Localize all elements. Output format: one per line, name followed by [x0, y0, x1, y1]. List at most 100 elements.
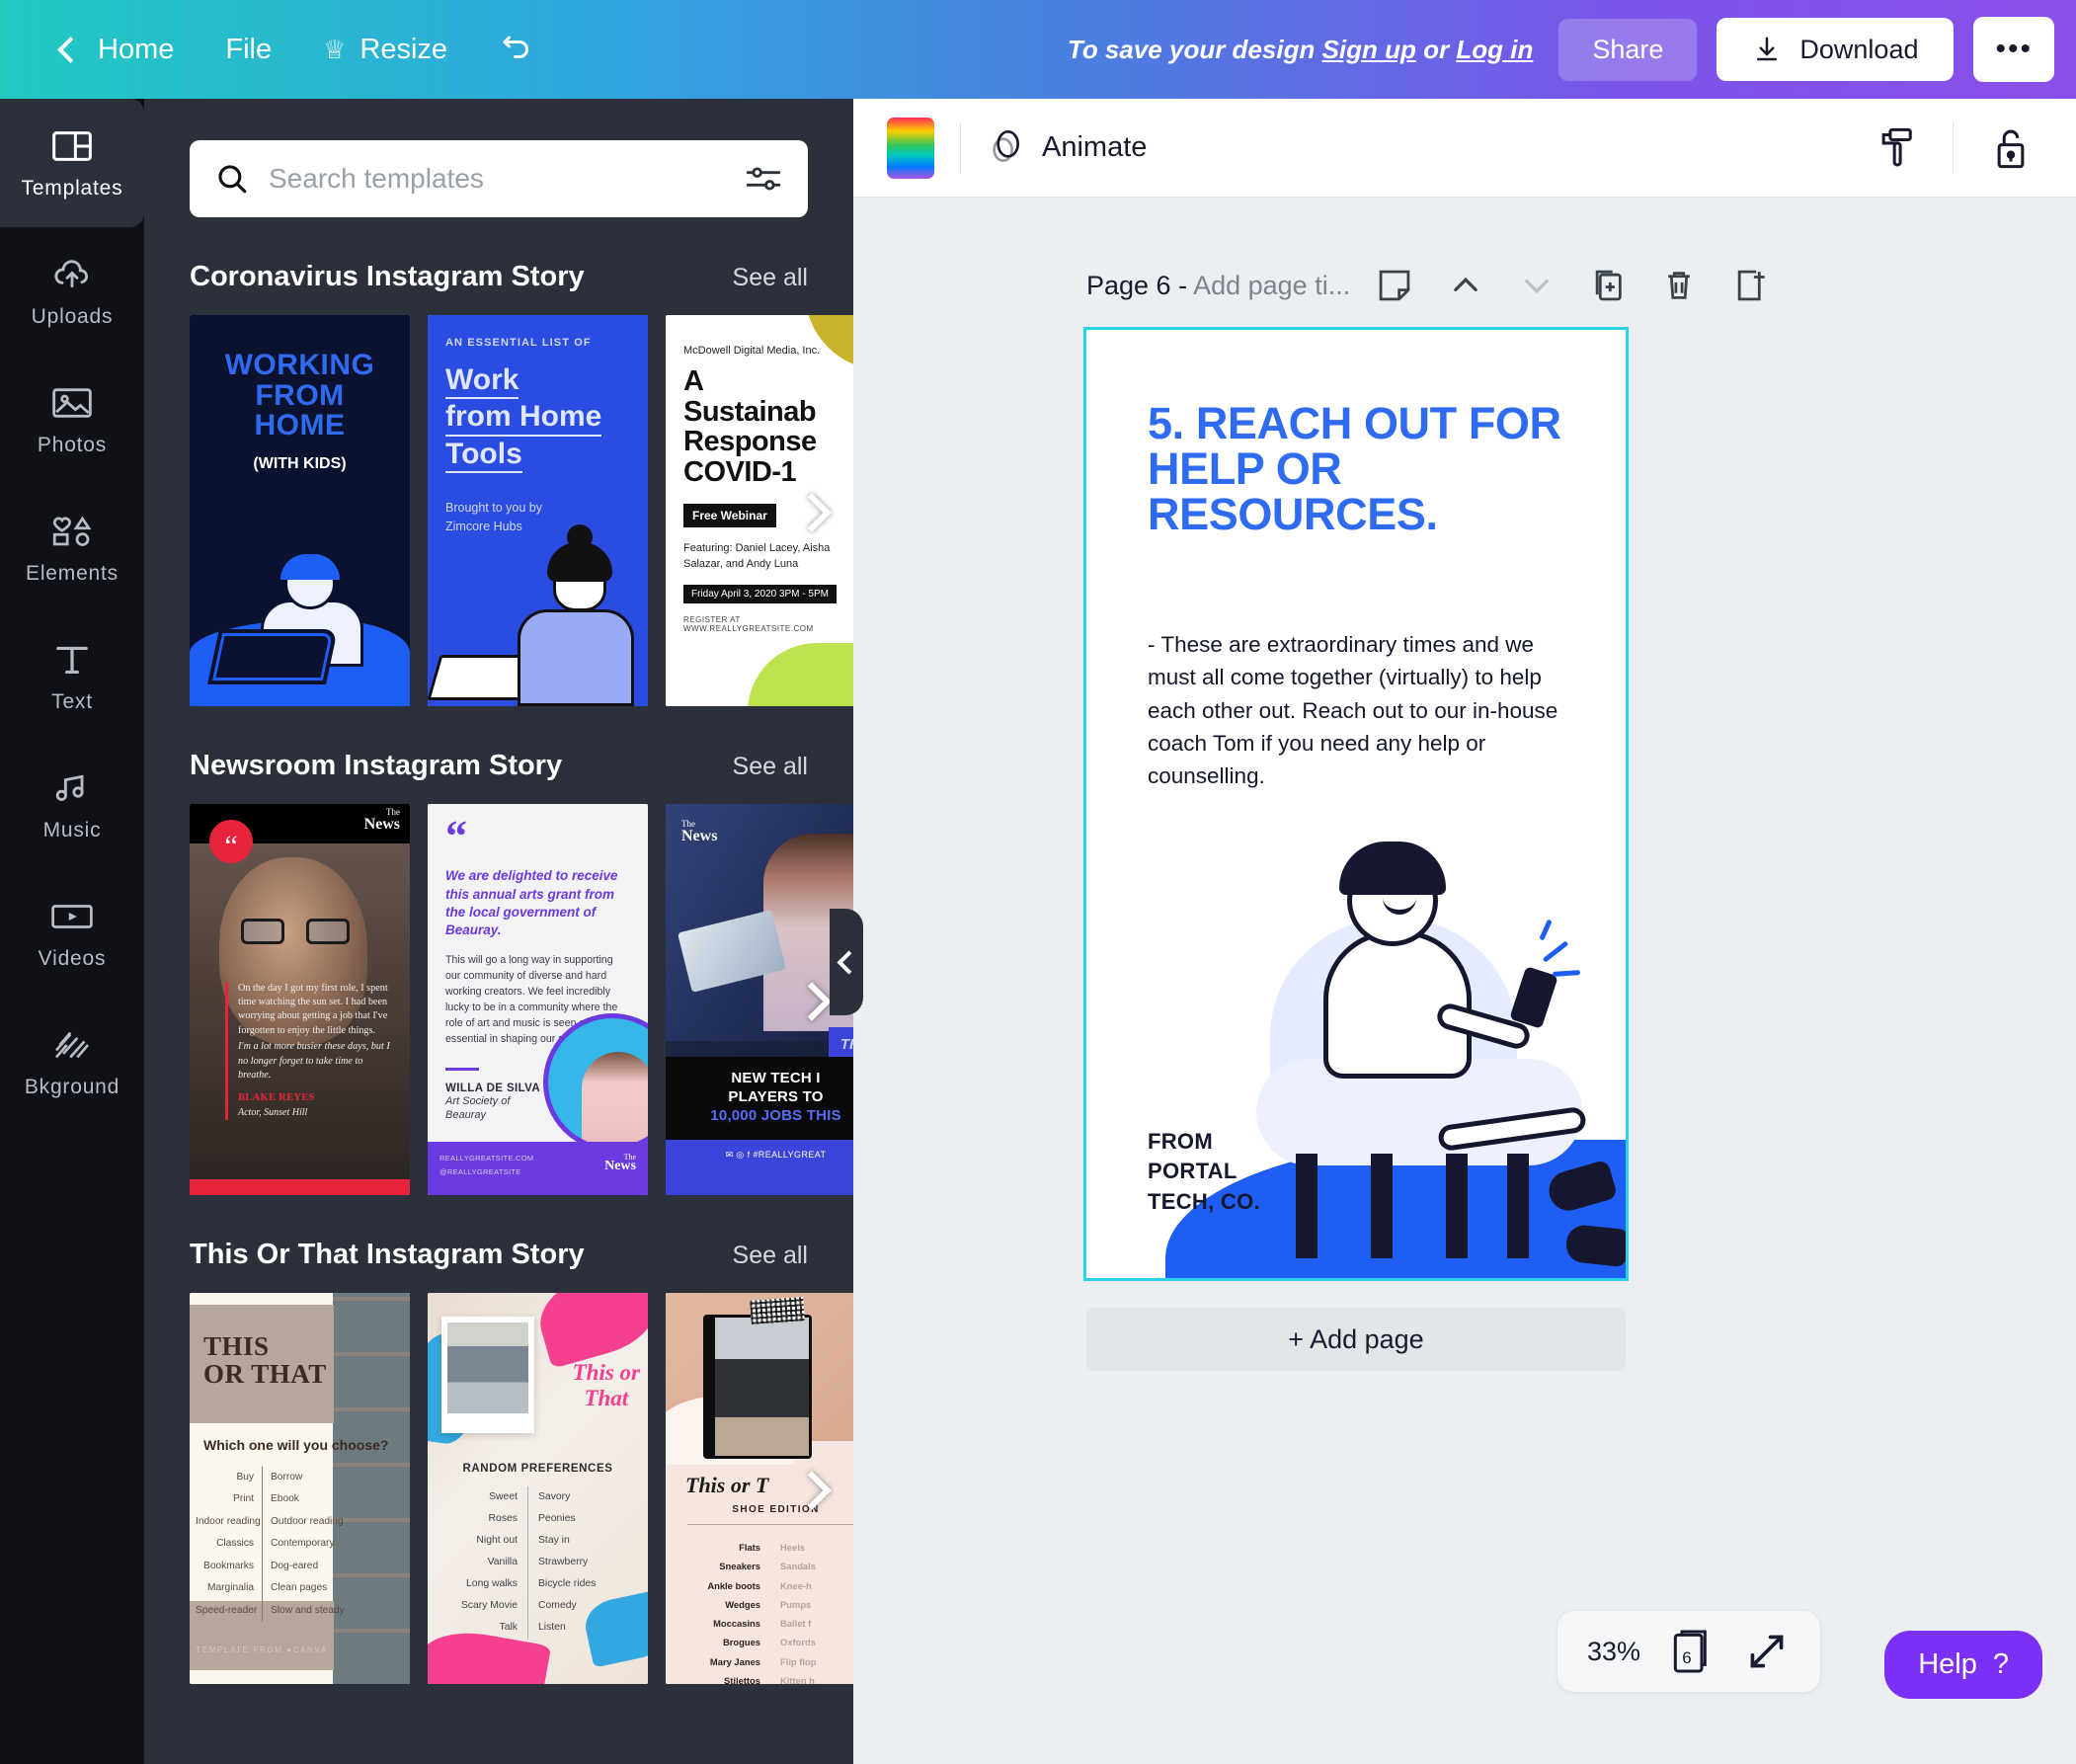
- sidebar-item-text[interactable]: Text: [0, 612, 144, 741]
- top-left-menu: Home File ♕ Resize: [0, 22, 560, 77]
- logo-main: News: [363, 815, 400, 833]
- thumb-title-line3: HOME: [254, 409, 346, 442]
- notes-icon: [1379, 270, 1410, 301]
- choice-item: Savory: [538, 1491, 571, 1502]
- sidebar-item-elements[interactable]: Elements: [0, 484, 144, 612]
- template-thumbnail-news-quote-portrait[interactable]: The News “ On the day I got my first rol…: [190, 804, 410, 1195]
- search-input[interactable]: [269, 163, 725, 195]
- divider-rule: [687, 1524, 853, 1525]
- choice-item: Vanilla: [487, 1557, 518, 1568]
- toolbar-divider: [960, 121, 961, 174]
- sidebar-item-videos[interactable]: Videos: [0, 869, 144, 998]
- decorative-blob-green: [748, 643, 853, 706]
- choice-item: Clean pages: [271, 1582, 328, 1594]
- illustration-spark: [1552, 970, 1581, 977]
- lock-button[interactable]: [1979, 117, 2042, 180]
- resize-button[interactable]: ♕ Resize: [297, 24, 473, 76]
- fullscreen-button[interactable]: [1743, 1628, 1791, 1675]
- thumb-title: WORKING FROM HOME: [190, 315, 410, 441]
- page-manager-button[interactable]: 6: [1668, 1628, 1716, 1675]
- template-thumbnail-random-preferences[interactable]: This or That RANDOM PREFERENCES Sweet Ro…: [428, 1293, 648, 1684]
- delete-page-icon: [1668, 272, 1691, 299]
- signup-link[interactable]: Sign up: [1322, 35, 1416, 64]
- undo-button[interactable]: [473, 22, 560, 77]
- animate-icon: [993, 129, 1019, 162]
- design-canvas-page[interactable]: 5. REACH OUT FOR HELP OR RESOURCES. - Th…: [1083, 327, 1629, 1281]
- lock-open-icon: [1997, 129, 2025, 168]
- file-menu-button[interactable]: File: [200, 24, 297, 76]
- sidebar-item-bkground[interactable]: Bkground: [0, 998, 144, 1126]
- search-bar[interactable]: [190, 140, 808, 217]
- canvas-signature[interactable]: FROM PORTAL TECH, CO.: [1148, 1127, 1260, 1217]
- share-button[interactable]: Share: [1558, 18, 1698, 81]
- choice-item: Scary Movie: [460, 1600, 518, 1612]
- template-thumbnail-work-from-home-tools[interactable]: AN ESSENTIAL LIST OF Work from Home Tool…: [428, 315, 648, 706]
- move-page-up-button[interactable]: [1439, 259, 1492, 312]
- animate-button[interactable]: Animate: [987, 128, 1147, 168]
- thumb-headline: NEW TECH I PLAYERS TO 10,000 JOBS THIS: [666, 1057, 853, 1126]
- choice-column-right: Savory Peonies Stay in Strawberry Bicycl…: [528, 1486, 627, 1639]
- see-all-link[interactable]: See all: [733, 1242, 808, 1270]
- template-thumbnail-arts-grant-quote[interactable]: “ We are delighted to receive this annua…: [428, 804, 648, 1195]
- illustration-eye: [1375, 876, 1384, 885]
- canvas-illustration-person-on-chair: [1252, 699, 1626, 1272]
- help-button[interactable]: Help ?: [1884, 1631, 2042, 1699]
- duplicate-page-button[interactable]: [1581, 259, 1635, 312]
- add-page-after-button[interactable]: [1723, 259, 1777, 312]
- sidebar-item-music[interactable]: Music: [0, 741, 144, 869]
- see-all-link[interactable]: See all: [733, 264, 808, 292]
- duplicate-page-icon: [1596, 270, 1622, 301]
- sidebar-item-templates[interactable]: Templates: [0, 99, 144, 227]
- signature-line3: TECH, CO.: [1148, 1188, 1260, 1214]
- sliders-icon[interactable]: [745, 164, 782, 194]
- editor-area: Animate Page 6 - Add page ti... 5. REACH…: [853, 99, 2076, 1764]
- notes-button[interactable]: [1368, 259, 1421, 312]
- carousel-next-arrow-coronavirus[interactable]: [792, 491, 832, 530]
- template-thumbnail-working-from-home[interactable]: WORKING FROM HOME (WITH KIDS): [190, 315, 410, 706]
- signature-line1: FROM: [1148, 1128, 1213, 1154]
- canvas-heading[interactable]: 5. REACH OUT FOR HELP OR RESOURCES.: [1148, 401, 1586, 537]
- illustration-spark: [1539, 919, 1553, 941]
- zoom-level[interactable]: 33%: [1587, 1637, 1640, 1667]
- thumb-kicker: AN ESSENTIAL LIST OF: [445, 337, 592, 349]
- more-options-button[interactable]: •••: [1973, 17, 2054, 82]
- login-link[interactable]: Log in: [1456, 35, 1533, 64]
- thumb-footer: REALLYGREATSITE.COM @REALLYGREATSITE The…: [428, 1142, 648, 1195]
- sidebar-item-uploads[interactable]: Uploads: [0, 227, 144, 356]
- template-thumbnail-this-or-that-books[interactable]: THIS OR THAT Which one will you choose? …: [190, 1293, 410, 1684]
- section-header-this-or-that: This Or That Instagram Story See all: [144, 1239, 853, 1271]
- color-picker-swatch[interactable]: [887, 117, 934, 179]
- delete-page-button[interactable]: [1652, 259, 1706, 312]
- illustration-eye: [1410, 876, 1419, 885]
- headline-line1: NEW TECH I: [731, 1070, 821, 1086]
- see-all-link[interactable]: See all: [733, 753, 808, 781]
- thumb-title-line2: from Home: [445, 399, 602, 437]
- add-page-button[interactable]: + Add page: [1086, 1308, 1626, 1371]
- home-button[interactable]: Home: [36, 24, 200, 76]
- choice-column-left: Flats Sneakers Ankle boots Wedges Moccas…: [679, 1538, 770, 1684]
- choice-item: Speed-reader: [196, 1604, 258, 1616]
- checkered-cloth: [750, 1297, 805, 1324]
- collapse-panel-button[interactable]: [830, 909, 863, 1015]
- headline-line2: PLAYERS TO: [728, 1088, 824, 1106]
- shapes-icon: [51, 511, 93, 552]
- move-page-down-button[interactable]: [1510, 259, 1563, 312]
- page-title[interactable]: Page 6 - Add page ti...: [1086, 271, 1350, 301]
- carousel-next-arrow-this-or-that[interactable]: [792, 1469, 832, 1508]
- carousel-next-arrow-newsroom[interactable]: [792, 980, 832, 1019]
- logo-main: News: [681, 827, 718, 844]
- choice-item: Contemporary: [271, 1538, 335, 1550]
- download-button[interactable]: Download: [1717, 18, 1955, 81]
- section-title: Newsroom Instagram Story: [190, 750, 563, 781]
- chevron-left-icon: [57, 36, 84, 63]
- paint-roller-button[interactable]: [1864, 117, 1927, 180]
- script-line2: That: [584, 1385, 629, 1410]
- title-line1: THIS: [203, 1331, 270, 1361]
- thumb-quote: On the day I got my first role, I spent …: [225, 981, 398, 1120]
- search-icon: [218, 165, 247, 194]
- move-down-icon: [1525, 280, 1550, 294]
- section-title: This Or That Instagram Story: [190, 1239, 585, 1270]
- sidebar-item-label: Elements: [26, 562, 119, 585]
- sidebar-item-photos[interactable]: Photos: [0, 356, 144, 484]
- sidebar-item-label: Bkground: [24, 1076, 120, 1098]
